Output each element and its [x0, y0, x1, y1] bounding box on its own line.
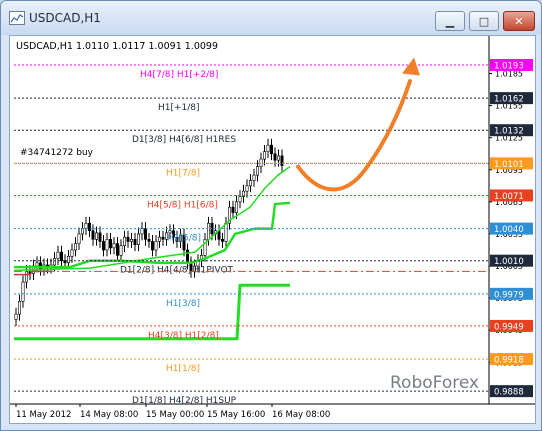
- candle-body: [126, 236, 130, 242]
- candle-body: [63, 260, 67, 264]
- close-icon: ✕: [514, 14, 524, 28]
- x-tick-label: 11 May 2012: [16, 410, 71, 420]
- candle-body: [207, 222, 211, 240]
- candle-body: [59, 251, 63, 261]
- title-bar[interactable]: USDCAD,H1 ▁ □ ✕: [1, 1, 541, 35]
- candle-body: [70, 249, 74, 257]
- candle-body: [98, 232, 102, 242]
- candle-body: [273, 153, 277, 161]
- price-badge-label: 1.0040: [494, 225, 524, 235]
- candle-body: [245, 185, 249, 192]
- candle-body: [52, 258, 56, 266]
- candle-body: [259, 158, 263, 167]
- chart-window-icon: [9, 11, 25, 25]
- maximize-button[interactable]: □: [469, 11, 499, 31]
- candle-body: [168, 230, 172, 234]
- candle-body: [140, 228, 144, 235]
- murrey-level-label: D1[1/8] H4[2/8] H1SUP: [132, 396, 237, 406]
- candle-body: [74, 243, 78, 251]
- candle-body: [161, 236, 165, 240]
- murrey-level-label: H4[7/8] H1[+2/8]: [140, 70, 218, 80]
- price-badge-label: 0.9949: [494, 322, 524, 332]
- murrey-level-label: H1[5/8]: [167, 234, 201, 244]
- candle-body: [158, 236, 162, 242]
- order-label: #34741272 buy: [20, 148, 94, 158]
- candle-body: [112, 243, 116, 249]
- candle-body: [116, 243, 120, 256]
- candle-body: [66, 256, 70, 264]
- candle-body: [263, 151, 267, 160]
- candle-body: [266, 144, 270, 152]
- candle-body: [249, 180, 253, 187]
- candle-body: [95, 232, 99, 240]
- candle-body: [154, 241, 158, 251]
- candle-body: [119, 245, 123, 256]
- candle-body: [137, 233, 141, 245]
- x-tick-label: 15 May 16:00: [207, 410, 265, 420]
- candle-body: [81, 228, 85, 235]
- price-badge-label: 1.0132: [494, 127, 524, 137]
- price-chart[interactable]: USDCAD,H1 1.0110 1.0117 1.0091 1.0099 #3…: [9, 35, 536, 424]
- window-title: USDCAD,H1: [29, 11, 101, 25]
- symbol-info-line: USDCAD,H1 1.0110 1.0117 1.0091 1.0099: [16, 41, 218, 52]
- chart-window: USDCAD,H1 ▁ □ ✕ USDCAD,H1 1.0110 1.0117 …: [0, 0, 542, 431]
- candle-body: [105, 238, 109, 251]
- candle-body: [276, 155, 280, 161]
- price-badge-label: 1.0162: [494, 95, 524, 105]
- price-badge-label: 0.9888: [494, 388, 524, 398]
- candle-body: [151, 241, 155, 251]
- murrey-level-label: H1[1/8]: [166, 364, 200, 374]
- candle-body: [224, 222, 228, 242]
- forecast-arrow-head: [402, 57, 420, 76]
- candle-body: [256, 166, 260, 176]
- candle-body: [133, 238, 137, 245]
- candle-body: [14, 313, 18, 320]
- candle-body: [144, 228, 148, 240]
- candle-body: [221, 238, 225, 242]
- price-badge-label: 1.0101: [494, 160, 524, 170]
- candle-body: [130, 238, 134, 242]
- price-badge-label: 1.0071: [494, 192, 524, 202]
- murrey-level-label: H4[3/8] H1[2/8]: [148, 331, 219, 341]
- candle-body: [123, 236, 127, 247]
- maximize-icon: □: [478, 14, 490, 28]
- murrey-level-label: H4[5/8] H1[6/8]: [147, 200, 218, 210]
- murrey-level-label: H1[7/8]: [166, 168, 200, 178]
- murrey-level-label: D1[3/8] H4[6/8] H1RES: [132, 135, 236, 145]
- candle-body: [21, 281, 25, 302]
- forecast-arrow-line: [296, 79, 412, 192]
- x-tick-label: 14 May 08:00: [80, 410, 138, 420]
- candle-body: [35, 262, 39, 267]
- candle-body: [25, 271, 29, 283]
- close-button[interactable]: ✕: [503, 11, 535, 31]
- murrey-level-label: H1[+1/8]: [158, 103, 200, 113]
- price-badge-label: 1.0193: [494, 61, 524, 71]
- candle-body: [280, 155, 284, 166]
- candle-body: [84, 222, 88, 229]
- watermark-logo: RoboForex: [390, 373, 479, 393]
- candle-body: [147, 238, 151, 242]
- candle-body: [18, 301, 22, 315]
- x-tick-label: 16 May 08:00: [272, 410, 330, 420]
- minimize-icon: ▁: [445, 14, 455, 28]
- candle-body: [91, 230, 95, 240]
- murrey-level-label: D1[2/8] H4[4/8] H1PIVOT: [120, 266, 234, 276]
- candle-body: [235, 201, 239, 213]
- candle-body: [238, 196, 242, 203]
- candle-body: [252, 174, 256, 181]
- candle-body: [77, 233, 81, 244]
- x-tick-label: 15 May 00:00: [146, 410, 204, 420]
- price-badge-label: 0.9918: [494, 356, 524, 366]
- chart-canvas[interactable]: USDCAD,H1 1.0110 1.0117 1.0091 1.0099 #3…: [10, 36, 535, 423]
- price-badge-label: 1.0010: [494, 257, 524, 267]
- candle-body: [88, 222, 92, 232]
- minimize-button[interactable]: ▁: [435, 11, 465, 31]
- candle-body: [56, 251, 60, 259]
- candle-body: [269, 144, 273, 155]
- murrey-level-label: H1[3/8]: [166, 299, 200, 309]
- candle-body: [109, 238, 113, 249]
- price-badge-label: 0.9979: [494, 290, 524, 300]
- candle-body: [231, 206, 235, 213]
- candle-body: [102, 241, 106, 251]
